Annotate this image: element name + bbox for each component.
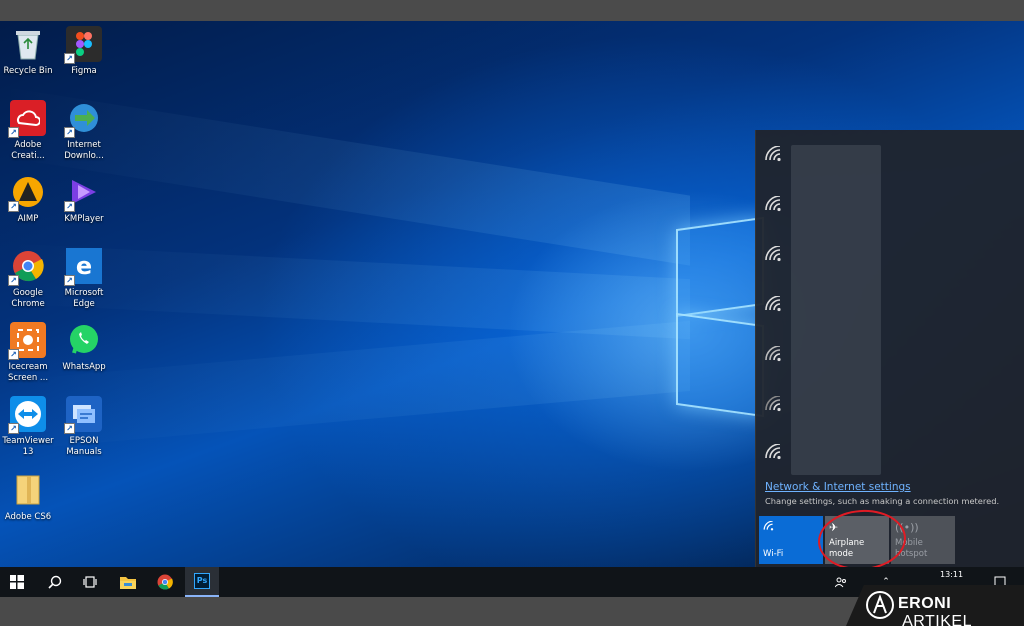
wifi-network-item[interactable] [764, 443, 794, 474]
wifi-signal-icon [765, 345, 781, 362]
wifi-signal-icon [765, 295, 781, 312]
people-button[interactable] [828, 567, 854, 597]
icon-label: Microsoft Edge [64, 288, 104, 309]
icon-label: AIMP [17, 214, 39, 224]
desktop-icon-whatsapp[interactable]: WhatsApp [56, 322, 112, 373]
wifi-network-item[interactable] [764, 295, 794, 326]
desktop-icon-adobe-cs6-folder[interactable]: Adobe CS6 [0, 472, 56, 523]
wifi-network-item[interactable] [764, 245, 794, 276]
icon-label: WhatsApp [62, 362, 106, 372]
wifi-signal-icon [765, 145, 781, 162]
watermark-badge: ERONI ARTIKEL [846, 585, 1024, 626]
icon-label: Adobe Creati... [11, 140, 45, 161]
taskbar-file-explorer[interactable] [111, 567, 145, 597]
wifi-network-item[interactable] [764, 145, 794, 176]
photoshop-icon: Ps [194, 573, 210, 589]
figma-icon: ↗ [64, 26, 102, 64]
watermark-text: ERONI ARTIKEL [898, 595, 1024, 626]
icon-label: TeamViewer 13 [2, 436, 54, 457]
icecream-screen-icon: ↗ [8, 322, 46, 360]
desktop-icon-figma[interactable]: ↗ Figma [56, 26, 112, 77]
adobe-creative-cloud-icon: ↗ [8, 100, 46, 138]
start-button[interactable] [0, 567, 34, 597]
search-button[interactable] [38, 567, 72, 597]
icon-label: EPSON Manuals [66, 436, 102, 457]
desktop-icon-icecream-screen[interactable]: ↗ Icecream Screen ... [0, 322, 56, 384]
windows-logo-wallpaper [676, 201, 766, 431]
task-view-icon [83, 576, 97, 588]
taskbar-clock[interactable]: 13:11 [940, 570, 963, 579]
chrome-icon: ↗ [8, 248, 46, 286]
task-view-button[interactable] [73, 567, 107, 597]
file-explorer-icon [120, 577, 136, 589]
quick-action-label: Wi-Fi [763, 549, 784, 559]
wifi-signal-icon [765, 195, 781, 212]
wifi-network-item[interactable] [764, 395, 794, 426]
desktop-icon-teamviewer[interactable]: ↗ TeamViewer 13 [0, 396, 56, 458]
network-list-redacted [791, 145, 881, 475]
desktop-icon-epson-manuals[interactable]: ↗ EPSON Manuals [56, 396, 112, 458]
icon-label: Internet Downlo... [64, 140, 104, 161]
aimp-icon: ↗ [8, 174, 46, 212]
desktop-icon-kmplayer[interactable]: ↗ KMPlayer [56, 174, 112, 225]
desktop-icon-recycle-bin[interactable]: Recycle Bin [0, 26, 56, 77]
network-flyout: Network & Internet settings Change setti… [755, 130, 1024, 567]
icon-label: Google Chrome [11, 288, 45, 309]
icon-label: Figma [71, 66, 97, 76]
windows-start-icon [10, 575, 24, 589]
internet-download-manager-icon: ↗ [64, 100, 102, 138]
search-icon [48, 575, 62, 589]
watermark-brand-rest: ARTIKEL [898, 613, 972, 626]
desktop-icon-microsoft-edge[interactable]: e ↗ Microsoft Edge [56, 248, 112, 310]
recycle-bin-icon [10, 26, 46, 62]
taskbar-chrome[interactable] [148, 567, 182, 597]
quick-action-wifi[interactable]: Wi-Fi [759, 516, 823, 564]
teamviewer-icon: ↗ [8, 396, 46, 434]
network-settings-description: Change settings, such as making a connec… [765, 496, 1000, 506]
taskbar-photoshop[interactable]: Ps [185, 567, 219, 597]
desktop-icon-aimp[interactable]: ↗ AIMP [0, 174, 56, 225]
epson-manuals-icon: ↗ [64, 396, 102, 434]
wifi-signal-icon [765, 443, 781, 460]
top-band [0, 0, 1024, 21]
icon-label: Icecream Screen ... [7, 362, 49, 383]
icon-label: Recycle Bin [3, 66, 53, 76]
kmplayer-icon: ↗ [64, 174, 102, 212]
wifi-signal-icon [765, 395, 781, 412]
whatsapp-icon [66, 322, 102, 358]
edge-icon: e ↗ [64, 248, 102, 286]
folder-icon [10, 472, 46, 508]
wifi-icon [763, 520, 775, 534]
eroni-logo-icon [866, 591, 894, 619]
people-icon [835, 577, 846, 588]
icon-label: Adobe CS6 [4, 512, 52, 522]
desktop-icon-google-chrome[interactable]: ↗ Google Chrome [0, 248, 56, 310]
wifi-signal-icon [765, 245, 781, 262]
wifi-network-item[interactable] [764, 345, 794, 376]
chrome-icon [157, 574, 173, 590]
desktop-icon-internet-download-manager[interactable]: ↗ Internet Downlo... [56, 100, 112, 162]
desktop-icon-adobe-creative-cloud[interactable]: ↗ Adobe Creati... [0, 100, 56, 162]
icon-label: KMPlayer [64, 214, 104, 224]
network-internet-settings-link[interactable]: Network & Internet settings [765, 481, 911, 493]
wifi-network-item[interactable] [764, 195, 794, 226]
watermark-brand-bold: ERONI [898, 595, 952, 612]
